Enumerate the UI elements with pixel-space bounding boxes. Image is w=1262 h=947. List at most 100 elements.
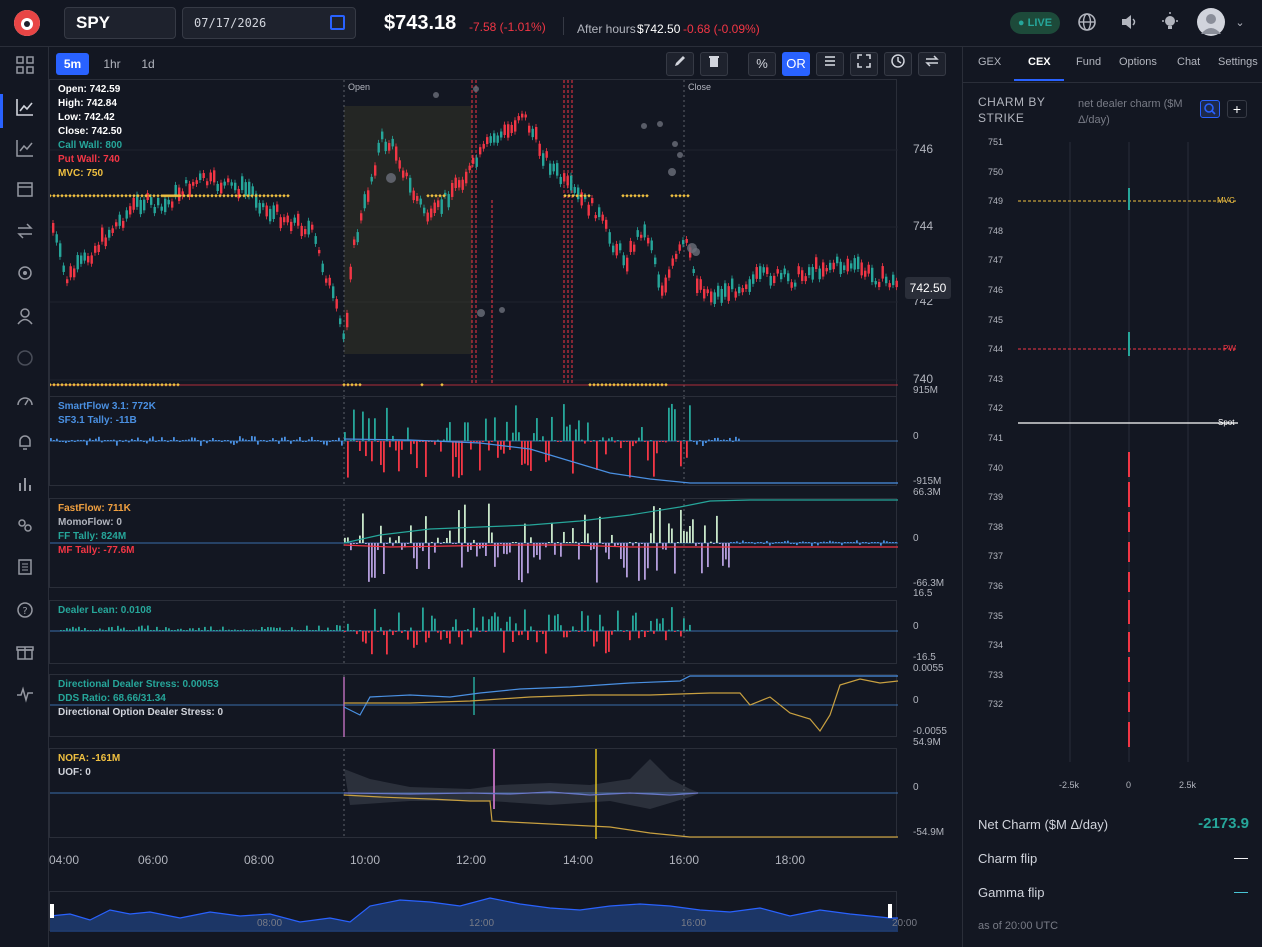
chevron-down-icon[interactable]: ⌄ — [1229, 12, 1251, 34]
tab-options[interactable]: Options — [1119, 56, 1157, 68]
pencil-icon[interactable] — [666, 52, 694, 76]
candle-body — [101, 227, 104, 242]
dealer-lean-bar — [368, 631, 370, 633]
tab-chat[interactable]: Chat — [1177, 56, 1200, 68]
dealer-lean-bar — [650, 620, 652, 631]
gift-icon[interactable] — [10, 641, 40, 671]
candle-body — [90, 255, 93, 264]
candle-body — [370, 176, 373, 182]
fullscreen-icon[interactable] — [850, 52, 878, 76]
speaker-icon[interactable] — [1118, 12, 1140, 34]
fastflow-bar — [769, 543, 771, 546]
dealer-lean-bar — [201, 630, 203, 631]
put-wall-label: Put Wall: 740 — [58, 154, 120, 165]
chart-line-icon[interactable] — [10, 96, 40, 126]
timeframe-1d[interactable]: 1d — [135, 53, 161, 75]
candle-body — [500, 131, 503, 138]
fastflow-bar — [608, 543, 610, 560]
nav-tick: 16:00 — [681, 918, 707, 929]
timeframe-1hr[interactable]: 1hr — [97, 53, 127, 75]
bar-chart-icon[interactable] — [10, 473, 40, 503]
dds-pane[interactable]: Directional Dealer Stress: 0.00053 DDS R… — [49, 674, 898, 738]
dealer-lean-bar — [138, 626, 140, 631]
search-icon[interactable] — [1200, 100, 1220, 118]
smartflow-bar — [446, 427, 448, 441]
tab-gex[interactable]: GEX — [978, 56, 1001, 68]
put-wall-marker — [168, 382, 172, 387]
timeframe-5m[interactable]: 5m — [56, 53, 89, 75]
fastflow-bar — [775, 542, 777, 543]
candle-body — [223, 181, 226, 186]
smartflow-bar — [365, 441, 367, 457]
time-tick: 04:00 — [49, 853, 80, 867]
dds-axis-top: 0.0055 — [913, 663, 944, 674]
tab-settings[interactable]: Settings — [1218, 56, 1258, 68]
chat-icon[interactable] — [10, 347, 40, 377]
dealer-lean-pane[interactable]: Dealer Lean: 0.0108 — [49, 600, 898, 665]
help-icon[interactable]: ? — [10, 599, 40, 629]
fastflow-bar — [868, 543, 870, 544]
add-button[interactable]: + — [1227, 100, 1247, 118]
fastflow-bar — [781, 542, 783, 543]
nofa-pane[interactable]: NOFA: -161M UOF: 0 — [49, 748, 898, 839]
dealer-lean-bar — [231, 630, 233, 631]
gauge-icon[interactable] — [10, 390, 40, 420]
app-logo[interactable] — [14, 10, 40, 36]
fastflow-pane[interactable]: FastFlow: 711K MomoFlow: 0 FF Tally: 824… — [49, 498, 898, 589]
smartflow-pane[interactable]: SmartFlow 3.1: 772K SF3.1 Tally: -11B — [49, 396, 898, 487]
candle-body — [209, 172, 212, 182]
grid-icon[interactable] — [10, 54, 40, 84]
clock-icon[interactable] — [884, 52, 912, 76]
menu-icon[interactable] — [816, 52, 844, 76]
live-badge[interactable]: ● LIVE — [1010, 12, 1060, 34]
fastflow-bar — [745, 542, 747, 543]
or-button[interactable]: OR — [782, 52, 810, 76]
globe-icon[interactable] — [1076, 12, 1098, 34]
transfer-icon[interactable] — [10, 220, 40, 250]
smartflow-bar — [131, 438, 133, 441]
target-icon[interactable] — [10, 262, 40, 292]
smartflow-bar — [515, 405, 517, 441]
put-wall-marker — [354, 382, 358, 387]
smartflow-bar — [80, 440, 82, 441]
smartflow-bar — [671, 403, 673, 441]
candle-body — [496, 135, 499, 143]
percent-button[interactable]: % — [748, 52, 776, 76]
gamma-flip-label: Gamma flip — [978, 885, 1045, 900]
strike-label: 734 — [988, 640, 1004, 651]
pulse-icon[interactable] — [10, 683, 40, 713]
trash-icon[interactable] — [700, 52, 728, 76]
ohlc-close: Close: 742.50 — [58, 126, 122, 137]
date-picker[interactable]: 07/17/2026 — [182, 7, 356, 39]
smartflow-bar — [623, 441, 625, 442]
lightbulb-icon[interactable] — [1159, 12, 1181, 34]
avatar[interactable] — [1197, 8, 1225, 36]
ticker-input[interactable]: SPY — [64, 7, 176, 39]
trend-icon[interactable] — [10, 137, 40, 167]
group-icon[interactable] — [10, 515, 40, 545]
spot-tag: Spot — [1218, 418, 1235, 427]
swap-icon[interactable] — [918, 52, 946, 76]
user-icon[interactable] — [10, 305, 40, 335]
tab-cex[interactable]: CEX — [1028, 56, 1051, 68]
smartflow-bar — [735, 436, 737, 441]
smartflow-bar — [104, 440, 106, 441]
fastflow-bar — [886, 541, 888, 543]
ff-axis-top: 66.3M — [913, 487, 941, 498]
price-axis-740: 740 — [913, 372, 934, 386]
price-pane[interactable]: Open: 742.59 High: 742.84 Low: 742.42 Cl… — [49, 79, 898, 440]
fastflow-bar — [413, 543, 415, 559]
fastflow-bar — [449, 530, 451, 543]
calendar-icon[interactable] — [10, 178, 40, 208]
candle-body — [545, 151, 548, 158]
smartflow-bar — [224, 440, 226, 441]
mf-tally-label: MF Tally: -77.6M — [58, 545, 135, 556]
candle-body — [69, 266, 72, 278]
tab-fund[interactable]: Fund — [1076, 56, 1101, 68]
strike-label: 750 — [988, 166, 1004, 177]
fastflow-bar — [374, 543, 376, 578]
bell-icon[interactable] — [10, 431, 40, 461]
calendar-icon[interactable] — [330, 15, 345, 30]
news-icon[interactable] — [10, 556, 40, 586]
dealer-lean-bar — [198, 627, 200, 631]
